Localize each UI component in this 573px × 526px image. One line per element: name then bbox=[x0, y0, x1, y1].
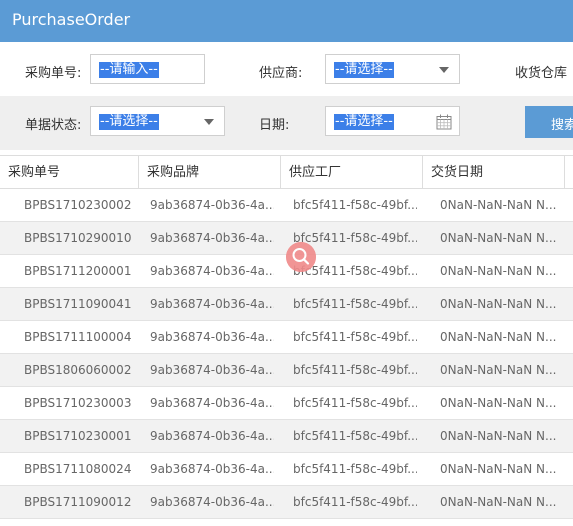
cell-factory: bfc5f411-f58c-49bf... bbox=[293, 495, 417, 509]
cell-brand: 9ab36874-0b36-4a... bbox=[150, 330, 274, 344]
search-icon[interactable] bbox=[286, 242, 316, 272]
table-row[interactable]: BPBS1711090012 9ab36874-0b36-4a... bfc5f41… bbox=[0, 486, 573, 519]
cell-delivery-date: 0NaN-NaN-NaN N... bbox=[440, 462, 557, 476]
date-picker[interactable]: --请选择-- bbox=[325, 106, 460, 136]
cell-factory: bfc5f411-f58c-49bf... bbox=[293, 198, 417, 212]
table-row[interactable]: BPBS1710230002 9ab36874-0b36-4a... bfc5f41… bbox=[0, 189, 573, 222]
chevron-down-icon bbox=[439, 67, 449, 73]
cell-factory: bfc5f411-f58c-49bf... bbox=[293, 297, 417, 311]
cell-brand: 9ab36874-0b36-4a... bbox=[150, 264, 274, 278]
cell-factory: bfc5f411-f58c-49bf... bbox=[293, 396, 417, 410]
cell-delivery-date: 0NaN-NaN-NaN N... bbox=[440, 429, 557, 443]
po-no-label: 采购单号: bbox=[25, 66, 82, 81]
cell-delivery-date: 0NaN-NaN-NaN N... bbox=[440, 330, 557, 344]
filter-row-1: 采购单号: --请输入-- 供应商: --请选择-- 收货仓库 bbox=[0, 42, 573, 96]
cell-delivery-date: 0NaN-NaN-NaN N... bbox=[440, 231, 557, 245]
cell-factory: bfc5f411-f58c-49bf... bbox=[293, 429, 417, 443]
title-bar: PurchaseOrder bbox=[0, 0, 573, 42]
supplier-select[interactable]: --请选择-- bbox=[325, 54, 460, 84]
cell-factory: bfc5f411-f58c-49bf... bbox=[293, 330, 417, 344]
cell-po-no: BPBS1711090012 bbox=[24, 495, 132, 509]
supplier-value: --请选择-- bbox=[334, 62, 394, 78]
table-row[interactable]: BPBS1710230001 9ab36874-0b36-4a... bfc5f41… bbox=[0, 420, 573, 453]
column-header-brand[interactable]: 采购品牌 bbox=[139, 156, 281, 189]
filter-panel: 采购单号: --请输入-- 供应商: --请选择-- 收货仓库 单据状态: --… bbox=[0, 42, 573, 154]
cell-po-no: BPBS1710290010 bbox=[24, 231, 132, 245]
cell-po-no: BPBS1711080024 bbox=[24, 462, 132, 476]
purchase-order-table: 采购单号 采购品牌 供应工厂 交货日期 BPBS1710230002 9ab368… bbox=[0, 155, 573, 526]
date-value: --请选择-- bbox=[334, 114, 394, 130]
cell-po-no: BPBS1710230002 bbox=[24, 198, 132, 212]
table-row[interactable]: BPBS1806060002 9ab36874-0b36-4a... bfc5f41… bbox=[0, 354, 573, 387]
supplier-label: 供应商: bbox=[259, 66, 303, 81]
cell-po-no: BPBS1806060002 bbox=[24, 363, 132, 377]
search-button-label: 搜索 bbox=[551, 117, 573, 132]
table-row[interactable]: BPBS1710230003 9ab36874-0b36-4a... bfc5f41… bbox=[0, 387, 573, 420]
column-header-po-no[interactable]: 采购单号 bbox=[0, 156, 139, 189]
cell-brand: 9ab36874-0b36-4a... bbox=[150, 231, 274, 245]
cell-factory: bfc5f411-f58c-49bf... bbox=[293, 363, 417, 377]
search-button[interactable]: 搜索 bbox=[525, 106, 573, 138]
table-row[interactable]: BPBS1711080024 9ab36874-0b36-4a... bfc5f41… bbox=[0, 453, 573, 486]
cell-delivery-date: 0NaN-NaN-NaN N... bbox=[440, 363, 557, 377]
cell-brand: 9ab36874-0b36-4a... bbox=[150, 396, 274, 410]
date-label: 日期: bbox=[259, 118, 290, 133]
calendar-icon[interactable] bbox=[436, 114, 452, 130]
cell-delivery-date: 0NaN-NaN-NaN N... bbox=[440, 297, 557, 311]
cell-brand: 9ab36874-0b36-4a... bbox=[150, 297, 274, 311]
cell-factory: bfc5f411-f58c-49bf... bbox=[293, 462, 417, 476]
column-header-factory[interactable]: 供应工厂 bbox=[281, 156, 423, 189]
po-no-value: --请输入-- bbox=[99, 62, 159, 78]
cell-po-no: BPBS1711100004 bbox=[24, 330, 132, 344]
column-header-delivery-date[interactable]: 交货日期 bbox=[423, 156, 565, 189]
chevron-down-icon bbox=[204, 119, 214, 125]
cell-brand: 9ab36874-0b36-4a... bbox=[150, 495, 274, 509]
status-value: --请选择-- bbox=[99, 114, 159, 130]
cell-po-no: BPBS1711090041 bbox=[24, 297, 132, 311]
table-row[interactable]: BPBS1711100004 9ab36874-0b36-4a... bfc5f41… bbox=[0, 321, 573, 354]
table-header: 采购单号 采购品牌 供应工厂 交货日期 bbox=[0, 155, 573, 189]
status-label: 单据状态: bbox=[25, 118, 82, 133]
status-select[interactable]: --请选择-- bbox=[90, 106, 225, 136]
cell-brand: 9ab36874-0b36-4a... bbox=[150, 363, 274, 377]
cell-delivery-date: 0NaN-NaN-NaN N... bbox=[440, 396, 557, 410]
cell-delivery-date: 0NaN-NaN-NaN N... bbox=[440, 198, 557, 212]
cell-delivery-date: 0NaN-NaN-NaN N... bbox=[440, 264, 557, 278]
cell-po-no: BPBS1710230001 bbox=[24, 429, 132, 443]
filter-row-2: 单据状态: --请选择-- 日期: --请选择-- bbox=[0, 96, 573, 150]
cell-brand: 9ab36874-0b36-4a... bbox=[150, 429, 274, 443]
cell-po-no: BPBS1710230003 bbox=[24, 396, 132, 410]
cell-po-no: BPBS1711200001 bbox=[24, 264, 132, 278]
po-no-input[interactable]: --请输入-- bbox=[90, 54, 205, 84]
table-row[interactable]: BPBS1711090041 9ab36874-0b36-4a... bfc5f41… bbox=[0, 288, 573, 321]
warehouse-label: 收货仓库 bbox=[515, 66, 568, 81]
cell-delivery-date: 0NaN-NaN-NaN N... bbox=[440, 495, 557, 509]
window-title: PurchaseOrder bbox=[12, 10, 131, 29]
cell-brand: 9ab36874-0b36-4a... bbox=[150, 462, 274, 476]
cell-brand: 9ab36874-0b36-4a... bbox=[150, 198, 274, 212]
